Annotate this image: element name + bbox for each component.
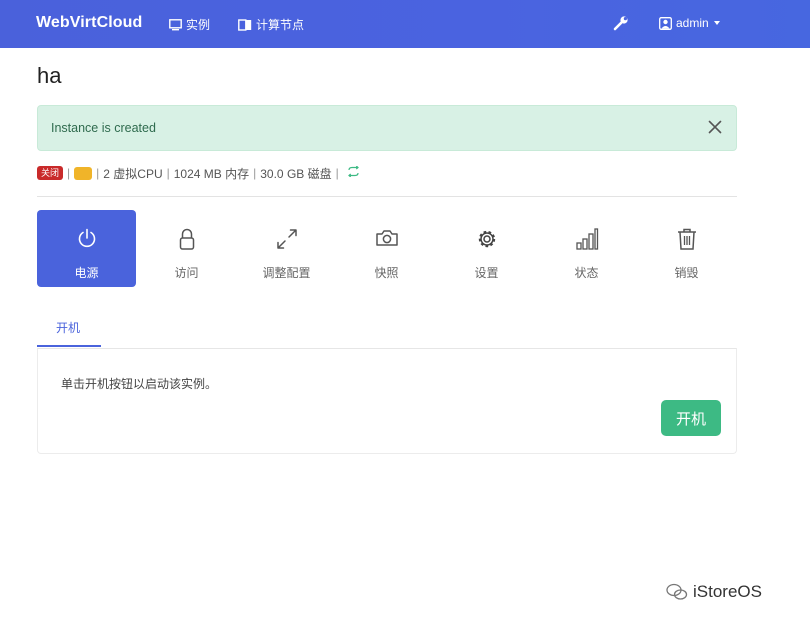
bar-chart-icon: [537, 227, 636, 251]
subtab-power-on[interactable]: 开机: [37, 312, 101, 348]
success-alert: Instance is created: [37, 105, 737, 151]
vcpu-info: 2 虚拟CPU: [103, 166, 163, 181]
brand-logo[interactable]: WebVirtCloud: [36, 14, 142, 32]
refresh-icon[interactable]: [347, 165, 360, 180]
power-icon: [37, 227, 136, 251]
nav-compute-nodes[interactable]: 计算节点: [238, 16, 304, 33]
subtab-label: 开机: [56, 321, 81, 335]
tab-settings-label: 设置: [474, 266, 499, 280]
status-badge: 关闭: [37, 166, 64, 180]
lock-icon: [137, 227, 236, 251]
tab-access-label: 访问: [174, 266, 199, 280]
tab-destroy-label: 销毁: [674, 266, 699, 280]
nav-instances-label: 实例: [186, 18, 211, 32]
user-menu[interactable]: admin: [659, 16, 720, 30]
tab-status[interactable]: 状态: [537, 210, 636, 287]
warning-badge: [74, 166, 93, 180]
divider: |: [253, 166, 257, 180]
watermark-text: iStoreOS: [693, 582, 762, 601]
resize-icon: [237, 227, 336, 251]
instance-info: 关闭 | | 2 虚拟CPU | 1024 MB 内存 | 30.0 GB 磁盘…: [37, 165, 360, 181]
nav-instances[interactable]: 实例: [169, 16, 210, 33]
divider: |: [96, 166, 100, 180]
tab-snapshot[interactable]: 快照: [337, 210, 436, 287]
divider: |: [67, 166, 71, 180]
divider: |: [335, 166, 339, 180]
tab-resize[interactable]: 调整配置: [237, 210, 336, 287]
disk-info: 30.0 GB 磁盘: [260, 166, 332, 181]
user-name: admin: [676, 16, 709, 30]
watermark: iStoreOS: [666, 582, 762, 602]
tab-resize-label: 调整配置: [262, 266, 311, 280]
top-navbar: WebVirtCloud 实例 计算节点 admin: [0, 0, 810, 48]
wrench-icon[interactable]: [613, 15, 629, 36]
server-icon: [238, 18, 252, 31]
divider: |: [166, 166, 170, 180]
divider: [37, 196, 737, 197]
power-description: 单击开机按钮以启动该实例。: [61, 377, 218, 391]
user-icon: [659, 16, 672, 30]
tab-power-label: 电源: [74, 266, 99, 280]
alert-message: Instance is created: [51, 121, 156, 135]
page-title: ha: [37, 63, 62, 88]
tab-destroy[interactable]: 销毁: [637, 210, 736, 287]
close-icon[interactable]: [708, 120, 722, 139]
subtab-active-indicator: [37, 345, 101, 347]
tab-snapshot-label: 快照: [374, 266, 399, 280]
tab-power[interactable]: 电源: [37, 210, 136, 287]
wechat-icon: [666, 583, 688, 600]
nav-compute-label: 计算节点: [256, 18, 305, 32]
power-panel: 单击开机按钮以启动该实例。 开机: [37, 348, 737, 454]
monitor-icon: [169, 18, 182, 30]
action-tabs: 电源 访问 调整配置 快照 设置 状态 销毁: [37, 210, 737, 287]
tab-access[interactable]: 访问: [137, 210, 236, 287]
tab-settings[interactable]: 设置: [437, 210, 536, 287]
chevron-down-icon: [713, 21, 720, 25]
start-button[interactable]: 开机: [661, 400, 721, 436]
gear-icon: [437, 227, 536, 251]
memory-info: 1024 MB 内存: [173, 166, 250, 181]
camera-icon: [337, 227, 436, 251]
tab-status-label: 状态: [574, 266, 599, 280]
trash-icon: [637, 227, 736, 251]
